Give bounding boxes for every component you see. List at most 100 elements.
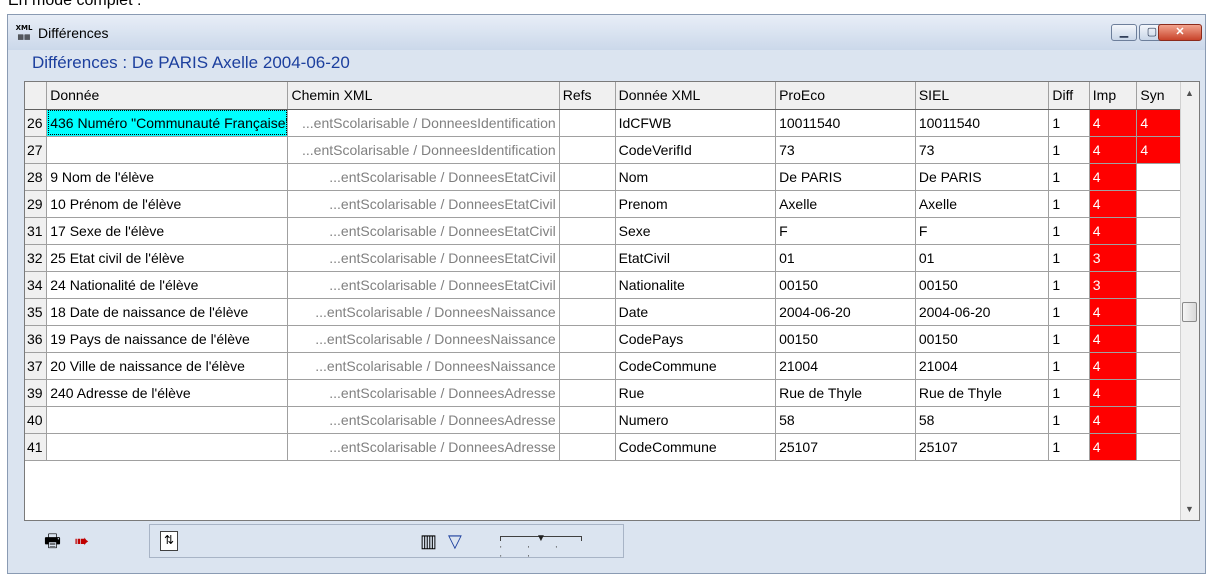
cell-donnee-xml[interactable]: Nationalite: [615, 271, 777, 299]
row-number[interactable]: 27: [25, 136, 48, 164]
cell-refs[interactable]: [559, 379, 616, 407]
cell-proeco[interactable]: Axelle: [775, 190, 916, 218]
table-row[interactable]: 26 436 Numéro "Communauté Française" ...en…: [25, 109, 1183, 137]
differences-grid[interactable]: Donnée Chemin XML Refs Donnée XML ProEco SIEL…: [24, 81, 1200, 521]
cell-proeco[interactable]: 25107: [775, 433, 916, 461]
vertical-scrollbar[interactable]: ▲ ▼: [1180, 82, 1199, 520]
cell-chemin-xml[interactable]: ...entScolarisable / DonneesAdresse: [287, 406, 560, 434]
cell-donnee[interactable]: [46, 406, 289, 434]
column-chemin-xml[interactable]: Chemin XML: [287, 82, 560, 110]
table-row[interactable]: 34 24 Nationalité de l'élève ...entScolari…: [25, 271, 1183, 299]
cell-diff[interactable]: 1: [1048, 325, 1090, 353]
cell-diff[interactable]: 1: [1048, 352, 1090, 380]
cell-syn[interactable]: [1136, 379, 1183, 407]
columns-icon[interactable]: ▥: [420, 531, 437, 551]
cell-imp[interactable]: 4: [1089, 217, 1138, 245]
cell-donnee-xml[interactable]: CodeCommune: [615, 352, 777, 380]
column-siel[interactable]: SIEL: [915, 82, 1050, 110]
scroll-thumb[interactable]: [1182, 302, 1197, 322]
cell-donnee-xml[interactable]: CodePays: [615, 325, 777, 353]
cell-diff[interactable]: 1: [1048, 217, 1090, 245]
row-number[interactable]: 26: [25, 109, 48, 137]
cell-donnee-xml[interactable]: EtatCivil: [615, 244, 777, 272]
cell-donnee[interactable]: 10 Prénom de l'élève: [46, 190, 289, 218]
cell-refs[interactable]: [559, 163, 616, 191]
cell-diff[interactable]: 1: [1048, 271, 1090, 299]
table-row[interactable]: 39 240 Adresse de l'élève ...entScolarisab…: [25, 379, 1183, 407]
cell-proeco[interactable]: 00150: [775, 271, 916, 299]
cell-syn[interactable]: [1136, 271, 1183, 299]
cell-donnee-xml[interactable]: Prenom: [615, 190, 777, 218]
cell-proeco[interactable]: De PARIS: [775, 163, 916, 191]
cell-proeco[interactable]: 21004: [775, 352, 916, 380]
cell-syn[interactable]: [1136, 244, 1183, 272]
cell-siel[interactable]: 73: [915, 136, 1050, 164]
refresh-icon[interactable]: ⇅: [160, 531, 178, 551]
cell-diff[interactable]: 1: [1048, 190, 1090, 218]
table-row[interactable]: 29 10 Prénom de l'élève ...entScolarisable…: [25, 190, 1183, 218]
cell-syn[interactable]: 4: [1136, 136, 1183, 164]
column-refs[interactable]: Refs: [559, 82, 616, 110]
cell-proeco[interactable]: Rue de Thyle: [775, 379, 916, 407]
table-row[interactable]: 40 ...entScolarisable / DonneesAdresse Num…: [25, 406, 1183, 434]
row-number[interactable]: 35: [25, 298, 48, 326]
cell-siel[interactable]: 01: [915, 244, 1050, 272]
printer-icon[interactable]: 🖶: [44, 531, 61, 551]
cell-donnee-xml[interactable]: Sexe: [615, 217, 777, 245]
export-icon[interactable]: ➠: [74, 531, 89, 551]
cell-refs[interactable]: [559, 433, 616, 461]
row-number[interactable]: 34: [25, 271, 48, 299]
cell-siel[interactable]: 10011540: [915, 109, 1050, 137]
row-number[interactable]: 32: [25, 244, 48, 272]
column-donnee[interactable]: Donnée: [46, 82, 289, 110]
cell-siel[interactable]: 00150: [915, 271, 1050, 299]
table-row[interactable]: 36 19 Pays de naissance de l'élève ...entS…: [25, 325, 1183, 353]
row-number[interactable]: 39: [25, 379, 48, 407]
cell-donnee-xml[interactable]: CodeVerifId: [615, 136, 777, 164]
table-row[interactable]: 41 ...entScolarisable / DonneesAdresse Cod…: [25, 433, 1183, 461]
cell-imp[interactable]: 4: [1089, 136, 1138, 164]
table-row[interactable]: 32 25 Etat civil de l'élève ...entScolaris…: [25, 244, 1183, 272]
cell-diff[interactable]: 1: [1048, 163, 1090, 191]
cell-imp[interactable]: 3: [1089, 271, 1138, 299]
table-row[interactable]: 28 9 Nom de l'élève ...entScolarisable / D…: [25, 163, 1183, 191]
cell-proeco[interactable]: F: [775, 217, 916, 245]
cell-refs[interactable]: [559, 244, 616, 272]
cell-imp[interactable]: 4: [1089, 379, 1138, 407]
cell-imp[interactable]: 4: [1089, 163, 1138, 191]
cell-donnee-xml[interactable]: Numero: [615, 406, 777, 434]
cell-chemin-xml[interactable]: ...entScolarisable / DonneesNaissance: [287, 325, 560, 353]
table-row[interactable]: 31 17 Sexe de l'élève ...entScolarisable /…: [25, 217, 1183, 245]
cell-donnee-xml[interactable]: CodeCommune: [615, 433, 777, 461]
cell-imp[interactable]: 4: [1089, 406, 1138, 434]
cell-siel[interactable]: Rue de Thyle: [915, 379, 1050, 407]
cell-diff[interactable]: 1: [1048, 298, 1090, 326]
cell-chemin-xml[interactable]: ...entScolarisable / DonneesNaissance: [287, 298, 560, 326]
cell-chemin-xml[interactable]: ...entScolarisable / DonneesEtatCivil: [287, 217, 560, 245]
row-number[interactable]: 41: [25, 433, 48, 461]
cell-refs[interactable]: [559, 190, 616, 218]
cell-siel[interactable]: F: [915, 217, 1050, 245]
cell-donnee[interactable]: 436 Numéro "Communauté Française": [46, 109, 289, 137]
cell-chemin-xml[interactable]: ...entScolarisable / DonneesAdresse: [287, 379, 560, 407]
cell-chemin-xml[interactable]: ...entScolarisable / DonneesNaissance: [287, 352, 560, 380]
cell-donnee[interactable]: [46, 433, 289, 461]
cell-siel[interactable]: Axelle: [915, 190, 1050, 218]
cell-diff[interactable]: 1: [1048, 109, 1090, 137]
cell-siel[interactable]: 2004-06-20: [915, 298, 1050, 326]
cell-chemin-xml[interactable]: ...entScolarisable / DonneesEtatCivil: [287, 190, 560, 218]
cell-diff[interactable]: 1: [1048, 244, 1090, 272]
slider-knob-icon[interactable]: ▼: [536, 533, 546, 544]
rownum-header[interactable]: [25, 82, 48, 110]
column-proeco[interactable]: ProEco: [775, 82, 916, 110]
cell-chemin-xml[interactable]: ...entScolarisable / DonneesIdentificati…: [287, 109, 560, 137]
cell-donnee-xml[interactable]: Date: [615, 298, 777, 326]
cell-proeco[interactable]: 58: [775, 406, 916, 434]
cell-syn[interactable]: [1136, 406, 1183, 434]
cell-syn[interactable]: [1136, 433, 1183, 461]
minimize-button[interactable]: ▁: [1111, 24, 1137, 41]
cell-proeco[interactable]: 2004-06-20: [775, 298, 916, 326]
cell-refs[interactable]: [559, 298, 616, 326]
column-donnee-xml[interactable]: Donnée XML: [615, 82, 777, 110]
cell-imp[interactable]: 3: [1089, 244, 1138, 272]
